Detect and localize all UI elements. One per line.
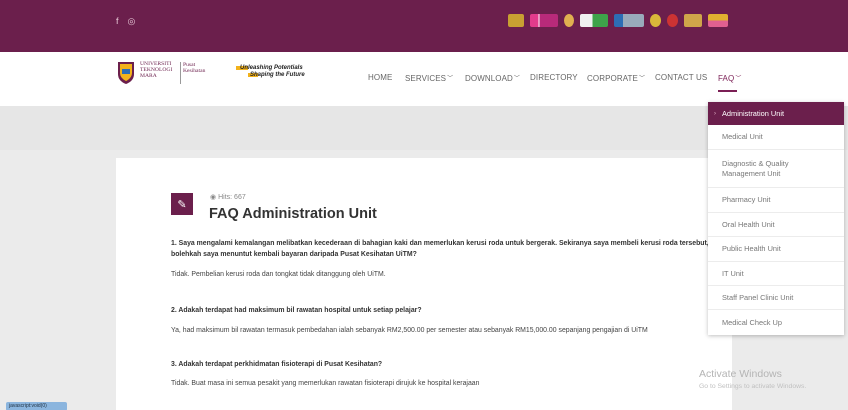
chevron-down-icon: ﹀ — [447, 76, 454, 82]
ranking-logos — [508, 14, 728, 27]
qs-logo[interactable] — [667, 14, 678, 27]
activate-windows-subtitle: Go to Settings to activate Windows. — [699, 383, 807, 390]
the-ranking-logo[interactable] — [530, 14, 558, 27]
five-star-logo[interactable] — [708, 14, 728, 27]
faq-dropdown-menu: › Administration Unit Medical Unit Diagno… — [708, 102, 844, 335]
instagram-icon[interactable]: ◎ — [128, 16, 136, 26]
logo-divider — [180, 62, 181, 84]
gold-seal-logo[interactable] — [650, 14, 661, 27]
faq-answer: Tidak. Pembelian kerusi roda dan tongkat… — [171, 271, 386, 278]
bullet-icon: › — [714, 110, 716, 117]
pin-icon: ✎ — [171, 193, 193, 215]
unit-name: Pusat Kesihatan — [183, 62, 206, 75]
menu-item-public-health-unit[interactable]: Public Health Unit — [708, 237, 844, 262]
menu-item-medical-unit[interactable]: Medical Unit — [708, 125, 844, 150]
menu-item-diagnostic-quality[interactable]: Diagnostic & Quality Management Unit — [708, 150, 844, 188]
nav-directory[interactable]: DIRECTORY — [530, 73, 578, 82]
faq-answer: Tidak. Buat masa ini semua pesakit yang … — [171, 380, 480, 387]
uitm-crest-logo[interactable] — [116, 61, 136, 85]
qs-stars-logo[interactable] — [508, 14, 524, 27]
chevron-down-icon: ﹀ — [735, 76, 742, 82]
tagline: Unleashing Potentials Shaping the Future — [240, 65, 305, 78]
menu-item-administration-unit[interactable]: › Administration Unit — [708, 102, 844, 125]
ranking-badge-logo[interactable] — [564, 14, 574, 27]
menu-item-oral-health-unit[interactable]: Oral Health Unit — [708, 213, 844, 237]
faq-question: 1. Saya mengalami kemalangan melibatkan … — [171, 240, 709, 258]
top-bar: f ◎ — [0, 0, 848, 52]
green-metric-logo[interactable] — [580, 14, 608, 27]
menu-item-medical-check-up[interactable]: Medical Check Up — [708, 310, 844, 335]
sirim-logo[interactable] — [614, 14, 644, 27]
nav-faq[interactable]: FAQ﹀ — [718, 73, 741, 83]
nav-download[interactable]: DOWNLOAD﹀ — [465, 73, 520, 83]
faq-question: 3. Adakah terdapat perkhidmatan fisioter… — [171, 361, 383, 368]
mqa-logo[interactable] — [684, 14, 702, 27]
nav-home[interactable]: HOME — [368, 73, 392, 82]
chevron-down-icon: ﹀ — [638, 76, 646, 82]
hits-counter: ◉ Hits: 667 — [210, 194, 246, 201]
menu-item-it-unit[interactable]: IT Unit — [708, 262, 844, 286]
nav-active-indicator — [718, 90, 737, 92]
social-links: f ◎ — [116, 16, 135, 26]
menu-item-staff-panel-clinic[interactable]: Staff Panel Clinic Unit — [708, 286, 844, 310]
page-title: FAQ Administration Unit — [209, 206, 377, 222]
facebook-icon[interactable]: f — [116, 16, 119, 26]
university-name: UNIVERSITI TEKNOLOGI MARA — [140, 61, 173, 80]
faq-question: 2. Adakah terdapat had maksimum bil rawa… — [171, 307, 422, 314]
status-url-chip: javascript:void(0) — [6, 402, 67, 410]
article-card: ✎ ◉ Hits: 667 FAQ Administration Unit 1. … — [116, 158, 732, 410]
faq-answer: Ya, had maksimum bil rawatan termasuk pe… — [171, 327, 648, 334]
eye-icon: ◉ — [210, 194, 217, 201]
nav-services[interactable]: SERVICES﹀ — [405, 73, 453, 83]
nav-corporate[interactable]: CORPORATE﹀ — [587, 73, 645, 83]
site-header: UNIVERSITI TEKNOLOGI MARA Pusat Kesihata… — [0, 52, 848, 106]
nav-contact-us[interactable]: CONTACT US — [655, 73, 707, 82]
activate-windows-title: Activate Windows — [699, 368, 782, 380]
menu-item-pharmacy-unit[interactable]: Pharmacy Unit — [708, 188, 844, 213]
chevron-down-icon: ﹀ — [513, 76, 521, 82]
